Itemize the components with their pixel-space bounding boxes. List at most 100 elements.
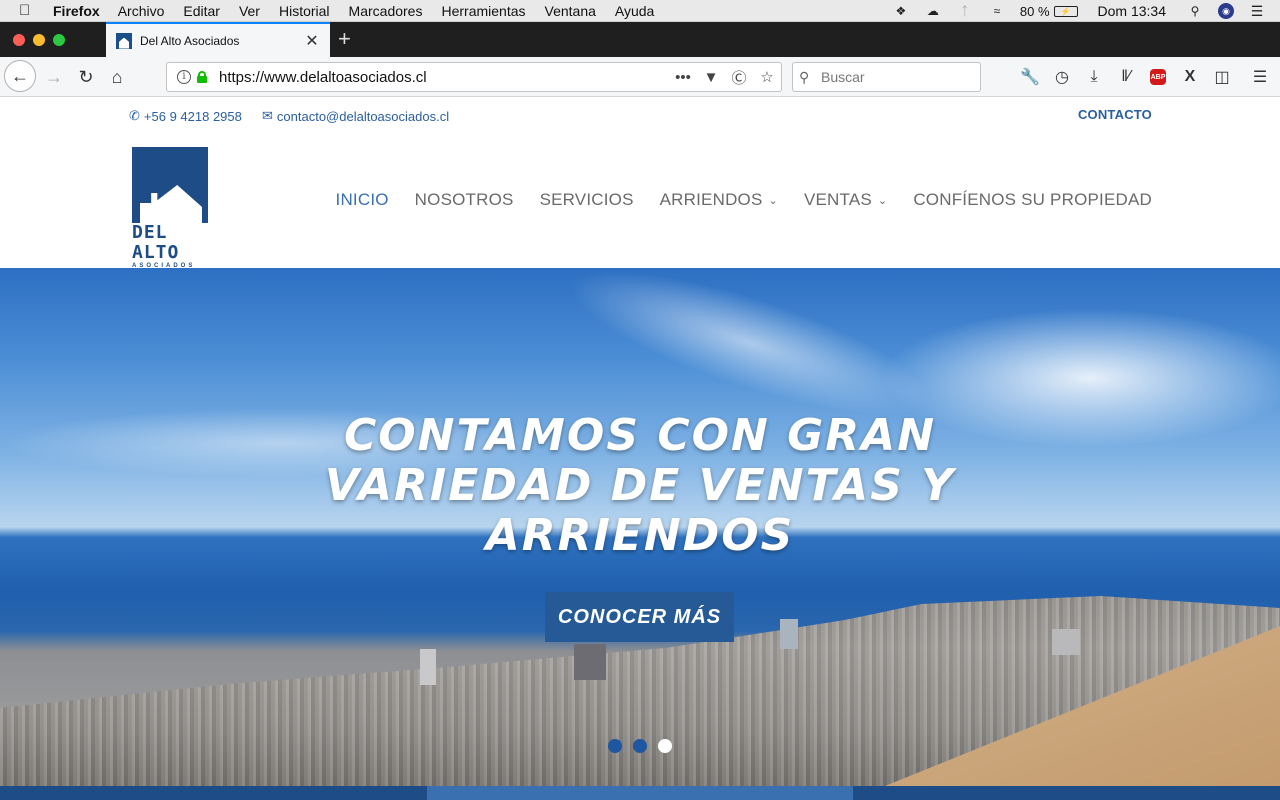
tab-title: Del Alto Asociados	[140, 33, 240, 48]
hero-building	[1052, 629, 1080, 655]
window-controls	[13, 34, 65, 46]
apple-icon[interactable]: 	[19, 2, 39, 19]
feature-strip-block-2[interactable]	[427, 786, 853, 800]
hero-headline-line3: ARRIENDOS	[485, 510, 795, 561]
envelope-icon: ✉	[262, 108, 273, 123]
history-clock-icon[interactable]: ◷	[1046, 64, 1078, 90]
nav-confienos-label: CONFÍENOS SU PROPIEDAD	[913, 190, 1152, 209]
bluetooth-icon[interactable]: ᛏ	[956, 4, 974, 18]
nav-ventas[interactable]: VENTAS ⌄	[804, 190, 887, 210]
contact-link[interactable]: CONTACTO	[1078, 107, 1152, 122]
email-link[interactable]: ✉ contacto@delaltoasociados.cl	[262, 108, 449, 124]
siri-icon[interactable]: ◉	[1218, 3, 1234, 19]
website: ✆ +56 9 4218 2958 ✉ contacto@delaltoasoc…	[0, 97, 1280, 800]
search-bar[interactable]: ⚲ Buscar	[792, 62, 981, 92]
search-placeholder[interactable]: Buscar	[821, 69, 865, 85]
address-bar[interactable]: i https://www.delaltoasociados.cl ••• ▼ …	[166, 62, 782, 92]
chevron-down-icon: ⌄	[877, 194, 888, 207]
hamburger-menu-icon[interactable]: ☰	[1244, 64, 1276, 90]
search-icon: ⚲	[799, 68, 810, 85]
email-address: contacto@delaltoasociados.cl	[276, 108, 450, 124]
site-logo[interactable]: DEL ALTO ASOCIADOS	[132, 147, 208, 269]
toolbar-icons: 🔧 ◷ ⤓ ‖∕ ABP X ◫ ☰	[1014, 64, 1276, 90]
nav-arriendos-label: ARRIENDOS	[659, 190, 763, 209]
tab-del-alto-asociados[interactable]: Del Alto Asociados ✕	[106, 22, 330, 57]
main-navigation: INICIO NOSOTROS SERVICIOS ARRIENDOS ⌄ VEN…	[310, 190, 1152, 210]
hero-slider: CONTAMOS CON GRAN VARIEDAD DE VENTAS Y A…	[0, 268, 1280, 786]
slider-dot-1[interactable]	[608, 739, 622, 753]
battery-icon[interactable]: ⚡	[1053, 5, 1078, 17]
bookmark-star-icon[interactable]: ☆	[753, 68, 781, 86]
spotlight-search-icon[interactable]: ⚲	[1186, 4, 1204, 18]
close-window-button[interactable]	[13, 34, 25, 46]
menu-marcadores[interactable]: Marcadores	[349, 3, 423, 19]
menu-ayuda[interactable]: Ayuda	[615, 3, 654, 19]
site-info-icon[interactable]: i	[177, 70, 191, 84]
chevron-down-icon: ⌄	[768, 194, 778, 207]
wordpress-icon[interactable]: Ⓒ	[725, 67, 753, 88]
dropbox-icon[interactable]: ❖	[892, 4, 910, 18]
nav-servicios[interactable]: SERVICIOS	[540, 190, 634, 210]
menubar-status-area: ❖ ☁ ᛏ ≈ 80 % ⚡ Dom 13:34 ⚲ ◉ ☰	[892, 0, 1280, 22]
hero-building	[574, 644, 606, 680]
browser-tab-bar: Del Alto Asociados ✕ +	[0, 22, 1280, 57]
nav-nosotros-label: NOSOTROS	[414, 190, 514, 209]
home-button[interactable]: ⌂	[103, 63, 131, 91]
back-button[interactable]: ←	[4, 60, 36, 92]
secure-lock-icon	[197, 71, 207, 83]
logo-name: DEL ALTO	[132, 222, 180, 263]
library-icon[interactable]: ‖∕	[1110, 64, 1142, 90]
hero-building	[420, 649, 436, 685]
phone-number: +56 9 4218 2958	[143, 108, 242, 124]
close-tab-icon[interactable]: ✕	[304, 31, 320, 51]
menu-archivo[interactable]: Archivo	[118, 3, 165, 19]
forward-button[interactable]: →	[40, 63, 68, 91]
hero-headline: CONTAMOS CON GRAN VARIEDAD DE VENTAS Y A…	[0, 411, 1280, 561]
hero-building	[780, 619, 798, 649]
hero-headline-line2: VARIEDAD DE VENTAS Y	[324, 460, 956, 511]
site-top-bar: ✆ +56 9 4218 2958 ✉ contacto@delaltoasoc…	[0, 97, 1280, 133]
sidebar-icon[interactable]: ◫	[1206, 64, 1238, 90]
page-actions-icon[interactable]: •••	[669, 69, 697, 86]
url-text[interactable]: https://www.delaltoasociados.cl	[219, 69, 669, 86]
new-tab-button[interactable]: +	[338, 28, 351, 50]
feature-strip-block-3[interactable]	[853, 786, 1280, 800]
extension-x-icon[interactable]: X	[1174, 64, 1206, 90]
menu-historial[interactable]: Historial	[279, 3, 330, 19]
wifi-icon[interactable]: ≈	[988, 4, 1006, 18]
nav-ventas-label: VENTAS	[803, 190, 872, 209]
nav-inicio[interactable]: INICIO	[336, 190, 389, 210]
hero-headline-line1: CONTAMOS CON GRAN	[343, 410, 937, 461]
menubar-clock[interactable]: Dom 13:34	[1098, 3, 1166, 19]
menu-herramientas[interactable]: Herramientas	[441, 3, 525, 19]
wrench-icon[interactable]: 🔧	[1014, 64, 1046, 90]
feature-strip-block-1[interactable]	[0, 786, 427, 800]
menu-ver[interactable]: Ver	[239, 3, 260, 19]
adblock-plus-icon[interactable]: ABP	[1150, 69, 1166, 85]
logo-house-mark	[132, 147, 208, 223]
nav-nosotros[interactable]: NOSOTROS	[415, 190, 514, 210]
nav-inicio-label: INICIO	[335, 190, 389, 209]
zoom-window-button[interactable]	[53, 34, 65, 46]
conocer-mas-button[interactable]: CONOCER MÁS	[545, 592, 734, 642]
minimize-window-button[interactable]	[33, 34, 45, 46]
menu-ventana[interactable]: Ventana	[545, 3, 596, 19]
pocket-icon[interactable]: ▼	[697, 69, 725, 86]
battery-percent[interactable]: 80 %	[1020, 4, 1050, 19]
slider-pagination	[608, 739, 672, 753]
browser-toolbar: ← → ↻ ⌂ i https://www.delaltoasociados.c…	[0, 57, 1280, 97]
slider-dot-2[interactable]	[633, 739, 647, 753]
creative-cloud-icon[interactable]: ☁	[924, 4, 942, 18]
phone-link[interactable]: ✆ +56 9 4218 2958	[129, 108, 242, 124]
menu-app-firefox[interactable]: Firefox	[53, 3, 100, 19]
nav-confienos-su-propiedad[interactable]: CONFÍENOS SU PROPIEDAD	[913, 190, 1152, 210]
downloads-icon[interactable]: ⤓	[1078, 64, 1110, 90]
notification-center-icon[interactable]: ☰	[1248, 3, 1266, 19]
slider-dot-3[interactable]	[658, 739, 672, 753]
site-favicon-icon	[116, 32, 132, 49]
macos-menu-bar:  Firefox Archivo Editar Ver Historial M…	[0, 0, 1280, 22]
reload-button[interactable]: ↻	[72, 63, 100, 91]
menu-editar[interactable]: Editar	[183, 3, 220, 19]
nav-arriendos[interactable]: ARRIENDOS ⌄	[660, 190, 778, 210]
nav-servicios-label: SERVICIOS	[539, 190, 634, 209]
